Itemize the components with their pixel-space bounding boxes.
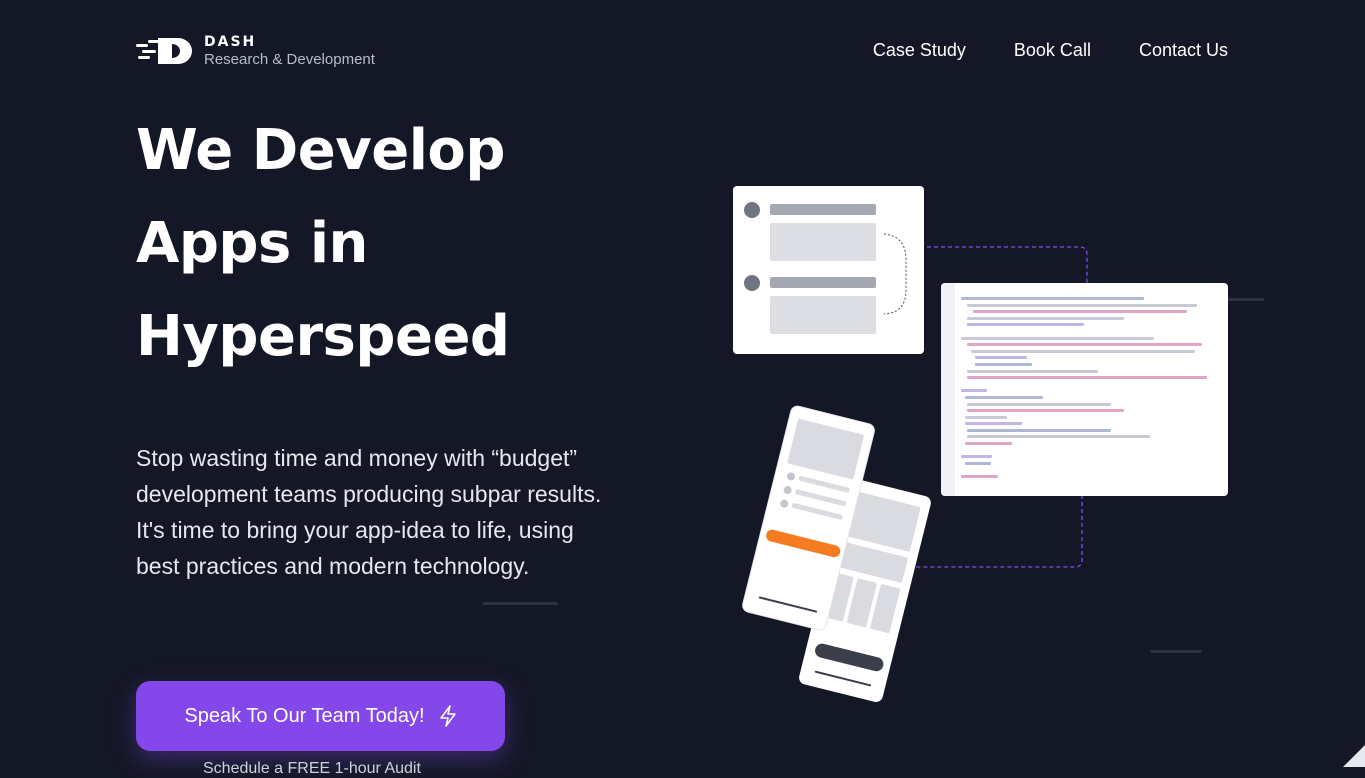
code-line (961, 475, 998, 479)
code-line (965, 422, 1023, 426)
code-line (965, 395, 1044, 399)
code-line (973, 310, 1188, 314)
logo-mark-icon (136, 38, 192, 64)
code-line (967, 316, 1124, 320)
code-lines (961, 297, 1222, 482)
lightning-bolt-icon (439, 705, 456, 727)
code-line (967, 409, 1124, 413)
page-corner (1343, 745, 1365, 767)
code-line (967, 435, 1150, 439)
nav-book-call[interactable]: Book Call (1014, 40, 1091, 61)
nav-contact-us[interactable]: Contact Us (1139, 40, 1228, 61)
code-line (961, 297, 1144, 300)
audit-note: Schedule a FREE 1-hour Audit (203, 760, 421, 777)
speak-to-team-button[interactable]: Speak To Our Team Today! (136, 681, 505, 751)
code-line (961, 455, 993, 459)
code-gutter (941, 283, 955, 496)
code-line (967, 376, 1208, 380)
code-line (967, 402, 1111, 406)
cta-label: Speak To Our Team Today! (184, 704, 425, 727)
nav-case-study[interactable]: Case Study (873, 40, 966, 61)
code-line (965, 442, 1012, 446)
code-line (967, 428, 1111, 432)
code-line (975, 362, 1033, 366)
brand-tagline: Research & Development (204, 51, 375, 68)
hero-subtitle: Stop wasting time and money with “budget… (136, 445, 602, 579)
code-editor-card (941, 283, 1228, 496)
code-line (965, 461, 992, 465)
hero-title: We Develop Apps in Hyperspeed (136, 118, 510, 369)
code-line (967, 303, 1197, 307)
brand-name: DASH (204, 34, 257, 50)
code-line (967, 323, 1085, 327)
decor-dash (483, 602, 558, 605)
code-line (967, 369, 1098, 373)
code-line (961, 389, 988, 393)
code-line (965, 415, 1007, 419)
code-line (967, 343, 1202, 347)
top-nav: Case Study Book Call Contact Us (873, 40, 1228, 61)
code-line (961, 336, 1155, 340)
brand-logo[interactable]: DASH Research & Development (136, 34, 375, 68)
code-line (975, 356, 1028, 360)
code-line (971, 349, 1196, 353)
